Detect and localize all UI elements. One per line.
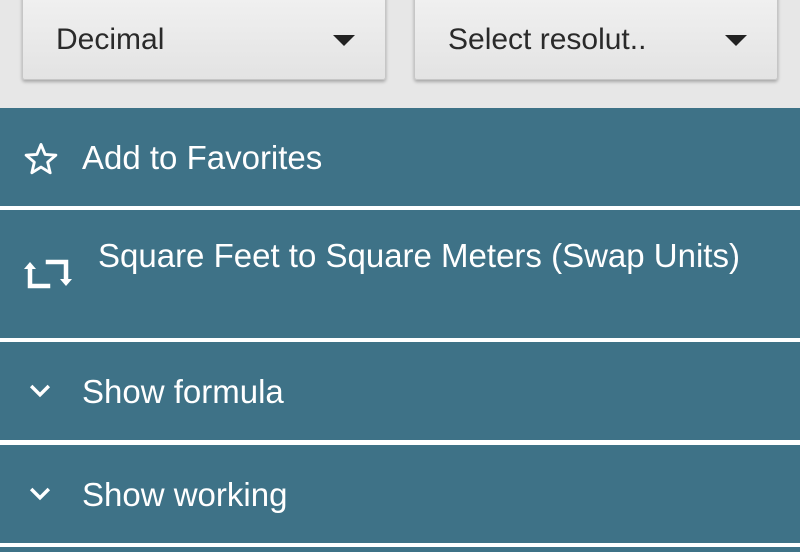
show-working-label: Show working xyxy=(82,476,288,513)
next-menu-item-partial xyxy=(0,547,800,552)
chevron-down-icon xyxy=(27,481,53,507)
dropdown-arrow-icon xyxy=(333,34,355,46)
show-formula-label: Show formula xyxy=(82,373,284,410)
converter-screen: Decimal Select resolut.. Add to Favorite… xyxy=(0,0,800,552)
add-to-favorites-button[interactable]: Add to Favorites xyxy=(0,108,800,206)
dropdown-row: Decimal Select resolut.. xyxy=(0,0,800,108)
options-menu: Add to Favorites Square Feet to Square M… xyxy=(0,108,800,552)
show-working-toggle[interactable]: Show working xyxy=(0,445,800,543)
swap-repeat-icon xyxy=(24,254,72,294)
swap-units-button[interactable]: Square Feet to Square Meters (Swap Units… xyxy=(0,210,800,338)
number-format-dropdown[interactable]: Decimal xyxy=(22,0,386,80)
add-to-favorites-label: Add to Favorites xyxy=(82,139,323,176)
dropdown-arrow-icon xyxy=(725,34,747,46)
swap-units-label: Square Feet to Square Meters (Swap Units… xyxy=(98,237,740,274)
chevron-down-icon xyxy=(27,378,53,404)
star-outline-icon xyxy=(22,140,60,178)
resolution-dropdown[interactable]: Select resolut.. xyxy=(414,0,778,80)
show-formula-toggle[interactable]: Show formula xyxy=(0,342,800,440)
number-format-value: Decimal xyxy=(56,23,165,56)
resolution-value: Select resolut.. xyxy=(448,23,647,56)
